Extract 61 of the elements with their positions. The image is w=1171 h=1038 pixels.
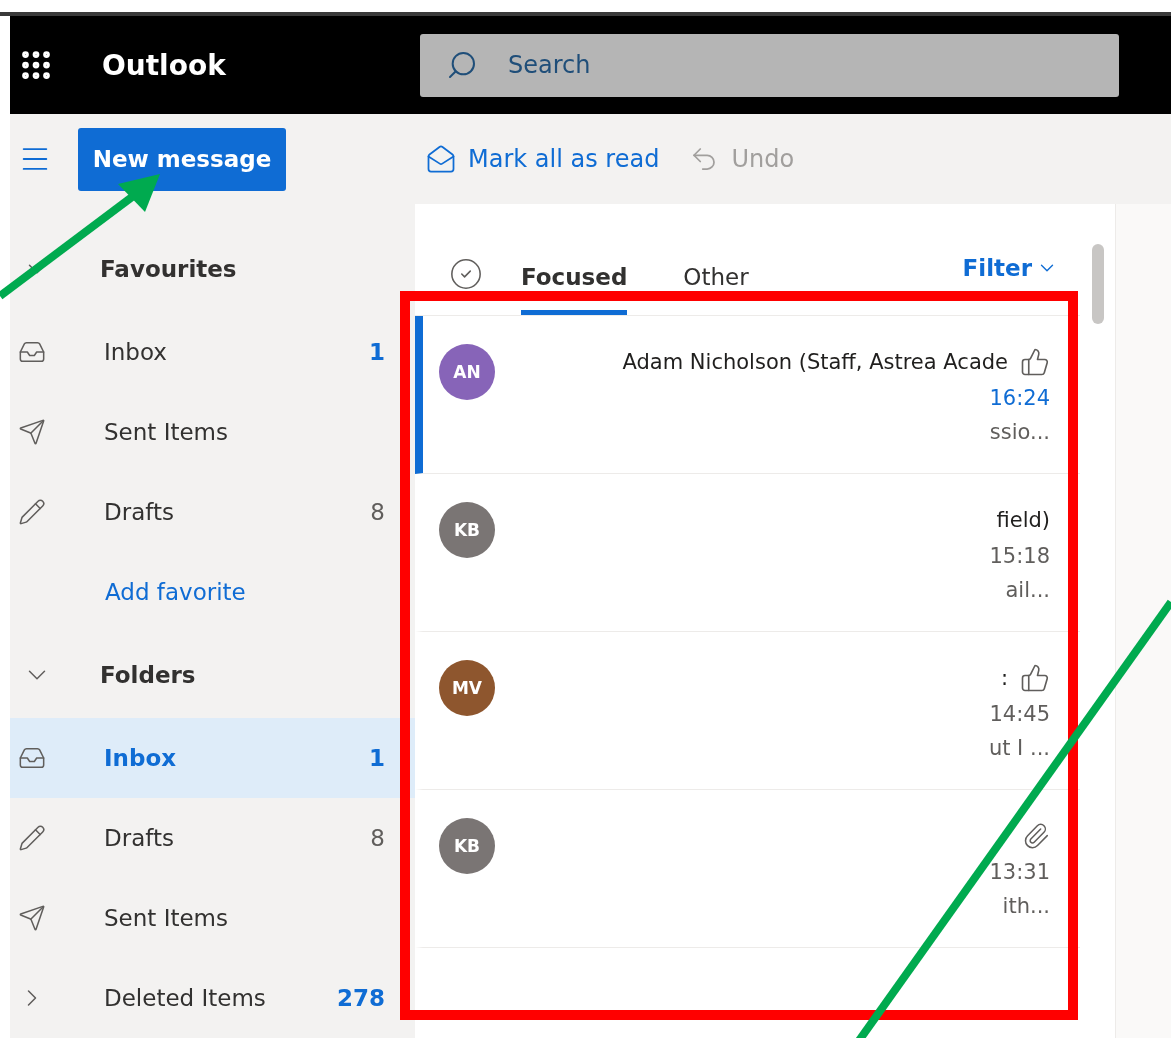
paperclip-icon (1022, 822, 1050, 850)
avatar: AN (439, 344, 495, 400)
message-time: 14:45 (989, 702, 1050, 726)
select-all-icon[interactable] (449, 257, 483, 291)
avatar: MV (439, 660, 495, 716)
message-time: 15:18 (989, 544, 1050, 568)
unread-count: 1 (369, 339, 385, 365)
folder-item[interactable]: Sent Items (10, 878, 415, 958)
folder-label: Inbox (104, 339, 168, 365)
section-title: Favourites (100, 256, 237, 282)
message-preview: ail... (1005, 578, 1050, 602)
filter-button[interactable]: Filter (962, 255, 1058, 315)
avatar: KB (439, 502, 495, 558)
folder-label: Drafts (104, 499, 175, 525)
folder-item[interactable]: Inbox 1 (10, 718, 415, 798)
unread-count: 278 (337, 985, 385, 1011)
unread-count: 8 (370, 499, 385, 525)
folder-label: Sent Items (104, 905, 229, 931)
folder-item[interactable]: Deleted Items 278 (10, 958, 415, 1038)
message-row[interactable]: KB field) 15:18 ail... (415, 474, 1080, 632)
search-field[interactable]: Search (506, 50, 1119, 80)
mark-all-read-button[interactable]: Mark all as read (426, 144, 660, 174)
pencil-icon (18, 824, 46, 852)
folder-label: Drafts (104, 825, 175, 851)
folder-label: Deleted Items (104, 985, 267, 1011)
inbox-tab[interactable]: Focused (521, 264, 628, 315)
section-title: Folders (100, 662, 196, 688)
folder-item[interactable]: Add favorite (10, 552, 415, 632)
folder-item[interactable]: Drafts 8 (10, 798, 415, 878)
thumbs-up-icon[interactable] (1020, 663, 1050, 693)
search-icon (446, 49, 478, 81)
folder-label: Inbox (104, 745, 178, 771)
thumbs-up-icon[interactable] (1020, 347, 1050, 377)
sender-name: field) (996, 508, 1050, 532)
message-time: 16:24 (989, 386, 1050, 410)
unread-count: 1 (369, 745, 385, 771)
new-message-button[interactable]: New message (78, 127, 286, 191)
message-time: 13:31 (989, 860, 1050, 884)
message-row[interactable]: KB 13:31 ith... (415, 790, 1080, 948)
inbox-tab[interactable]: Other (683, 264, 749, 315)
pencil-icon (18, 498, 46, 526)
sender-name: Adam Nicholson (Staff, Astrea Acade (622, 350, 1008, 374)
send-icon (18, 904, 46, 932)
sender-name: : (1000, 666, 1008, 690)
message-row[interactable]: MV : 14:45 ut I ... (415, 632, 1080, 790)
add-favorite-link[interactable]: Add favorite (105, 579, 385, 605)
message-preview: ut I ... (988, 736, 1050, 760)
search-bar[interactable]: Search (420, 33, 1119, 97)
send-icon (18, 418, 46, 446)
section-header[interactable]: Folders (10, 632, 415, 718)
open-envelope-icon (426, 144, 456, 174)
scrollbar-thumb[interactable] (1091, 244, 1104, 324)
message-preview: ssio... (989, 420, 1050, 444)
unread-count: 8 (370, 825, 385, 851)
folder-label: Sent Items (104, 419, 229, 445)
folder-item[interactable]: Sent Items (10, 392, 415, 472)
avatar: KB (439, 818, 495, 874)
folder-item[interactable]: Inbox 1 (10, 312, 415, 392)
message-preview: ith... (1002, 894, 1050, 918)
folder-item[interactable]: Drafts 8 (10, 472, 415, 552)
app-title: Outlook (102, 48, 227, 82)
